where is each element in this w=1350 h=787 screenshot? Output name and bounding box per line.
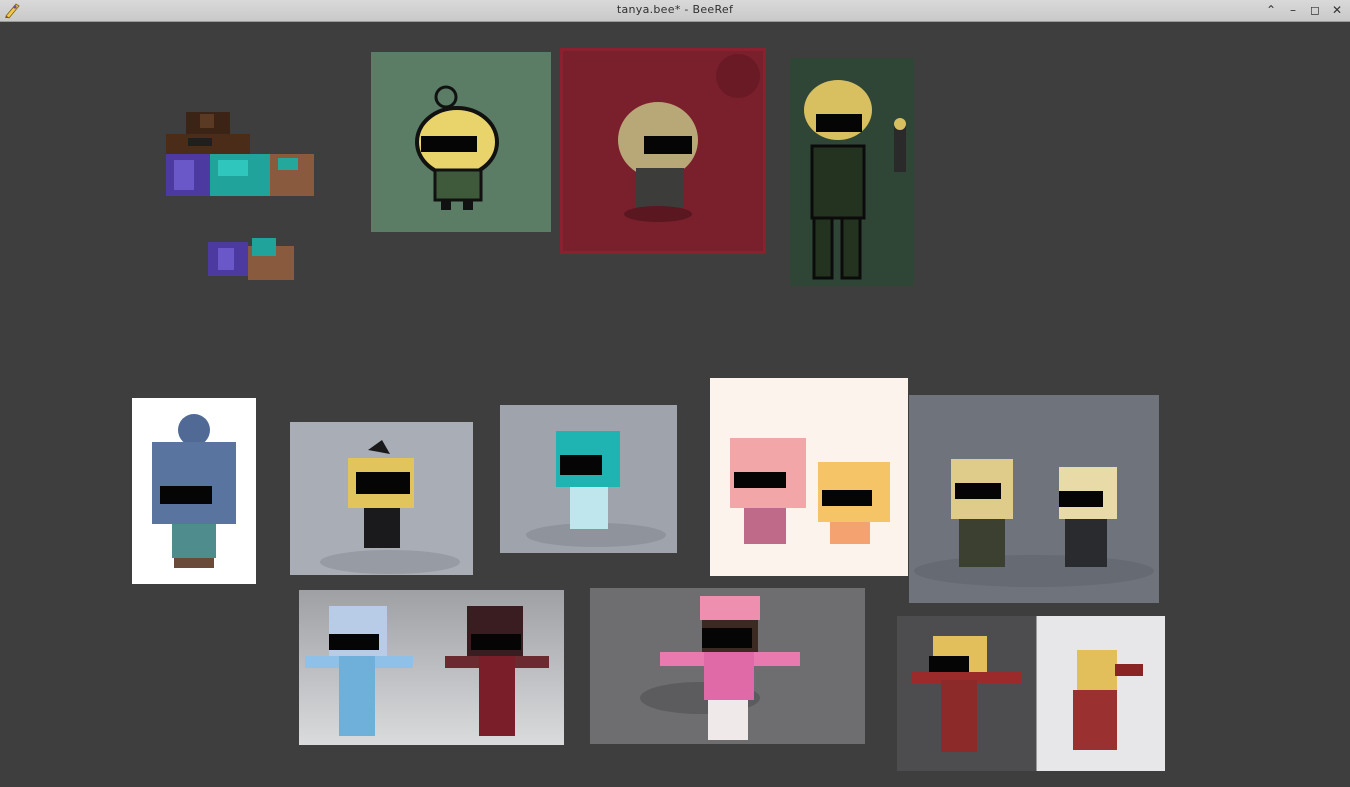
image-voxel-horned-tpose-duo[interactable]	[299, 590, 564, 745]
image-minecraft-skin-small[interactable]	[208, 236, 294, 280]
image-minecraft-skin-parts[interactable]	[166, 112, 314, 196]
image-voxel-teal-hair[interactable]	[500, 405, 677, 553]
image-voxel-blonde-bow[interactable]	[290, 422, 473, 575]
window-title: tanya.bee* - BeeRef	[616, 3, 734, 16]
image-voxel-armored-blonde-pair[interactable]	[897, 616, 1165, 771]
minimize-window-icon[interactable]: –	[1284, 1, 1302, 19]
image-pixel-chibi-green[interactable]	[371, 52, 551, 232]
image-pixel-sprite-dark-green[interactable]	[790, 58, 914, 286]
title-bar[interactable]: tanya.bee* - BeeRef ⌃ – ◻ ✕	[0, 0, 1350, 22]
shade-window-icon[interactable]: ⌃	[1262, 1, 1280, 19]
image-pixel-chibi-red[interactable]	[560, 48, 766, 254]
reference-canvas[interactable]	[0, 22, 1350, 787]
image-voxel-soldier-duo[interactable]	[909, 395, 1159, 603]
close-window-icon[interactable]: ✕	[1328, 1, 1346, 19]
image-voxel-blue-hair-back[interactable]	[132, 398, 256, 584]
image-voxel-pink-and-blonde-duo[interactable]	[710, 378, 908, 576]
image-voxel-pink-jacket-tpose[interactable]	[590, 588, 865, 744]
maximize-window-icon[interactable]: ◻	[1306, 1, 1324, 19]
